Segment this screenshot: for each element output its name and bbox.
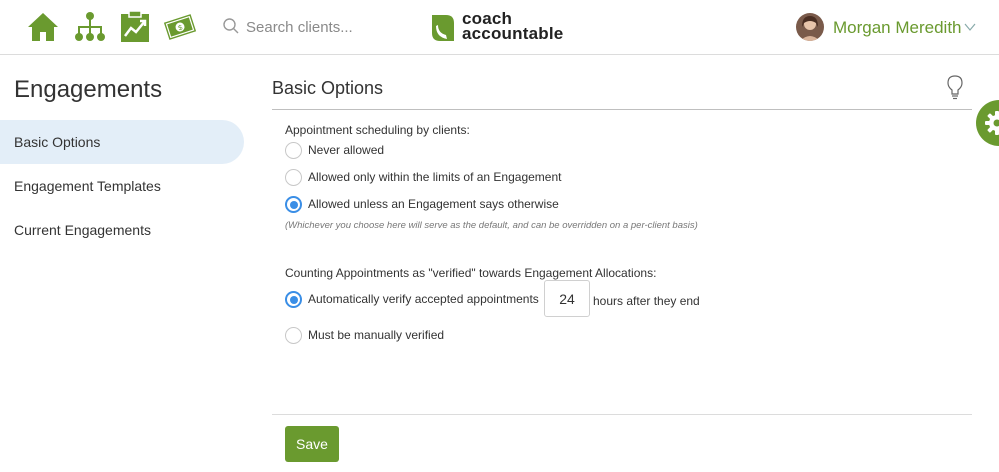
user-menu[interactable]: Morgan Meredith bbox=[796, 13, 986, 43]
lightbulb-icon[interactable] bbox=[946, 74, 964, 100]
sidebar-item-basic-options[interactable]: Basic Options bbox=[0, 120, 244, 164]
radio-label: Allowed only within the limits of an Eng… bbox=[308, 170, 562, 184]
radio-label: Automatically verify accepted appointmen… bbox=[308, 292, 539, 306]
radio-label: Never allowed bbox=[308, 143, 385, 157]
search-bar bbox=[222, 14, 412, 40]
main-panel: Basic Options Appointment scheduling by … bbox=[272, 56, 999, 472]
sidebar-title: Engagements bbox=[14, 76, 163, 103]
org-chart-icon[interactable] bbox=[73, 10, 107, 44]
gear-icon bbox=[985, 111, 999, 135]
scheduling-label: Appointment scheduling by clients: bbox=[285, 123, 470, 137]
radio-label: Allowed unless an Engagement says otherw… bbox=[308, 197, 559, 211]
hours-after-text: hours after they end bbox=[593, 294, 700, 308]
settings-tab[interactable] bbox=[976, 100, 999, 146]
money-icon[interactable]: $ bbox=[163, 10, 197, 44]
radio-button[interactable] bbox=[285, 142, 302, 159]
footer-divider bbox=[272, 414, 972, 415]
page-title: Basic Options bbox=[272, 78, 384, 98]
search-input[interactable] bbox=[246, 14, 406, 40]
save-button[interactable]: Save bbox=[285, 426, 339, 462]
avatar bbox=[796, 13, 824, 41]
brand-logo[interactable]: coach accountable bbox=[428, 10, 578, 45]
clipboard-chart-icon[interactable] bbox=[118, 10, 152, 44]
scheduling-note: (Whichever you choose here will serve as… bbox=[285, 220, 698, 231]
logo-mark-icon bbox=[432, 15, 454, 41]
radio-label: Must be manually verified bbox=[308, 328, 445, 342]
logo-line-2: accountable bbox=[462, 24, 564, 43]
chevron-down-icon bbox=[964, 23, 976, 31]
radio-button[interactable] bbox=[285, 169, 302, 186]
top-bar: $ coach accountable Morgan M bbox=[0, 0, 999, 55]
sidebar-item-current-engagements[interactable]: Current Engagements bbox=[0, 208, 244, 252]
search-icon bbox=[223, 18, 239, 34]
radio-button[interactable] bbox=[285, 196, 302, 213]
title-divider bbox=[272, 109, 972, 110]
counting-label: Counting Appointments as "verified" towa… bbox=[285, 266, 657, 280]
user-name: Morgan Meredith bbox=[833, 18, 962, 37]
home-icon[interactable] bbox=[26, 10, 60, 44]
radio-button[interactable] bbox=[285, 291, 302, 308]
radio-button[interactable] bbox=[285, 327, 302, 344]
sidebar-item-engagement-templates[interactable]: Engagement Templates bbox=[0, 164, 244, 208]
logo-text: coach accountable bbox=[462, 10, 564, 43]
sidebar: Engagements Basic Options Engagement Tem… bbox=[0, 56, 250, 472]
hours-input[interactable] bbox=[544, 280, 590, 317]
